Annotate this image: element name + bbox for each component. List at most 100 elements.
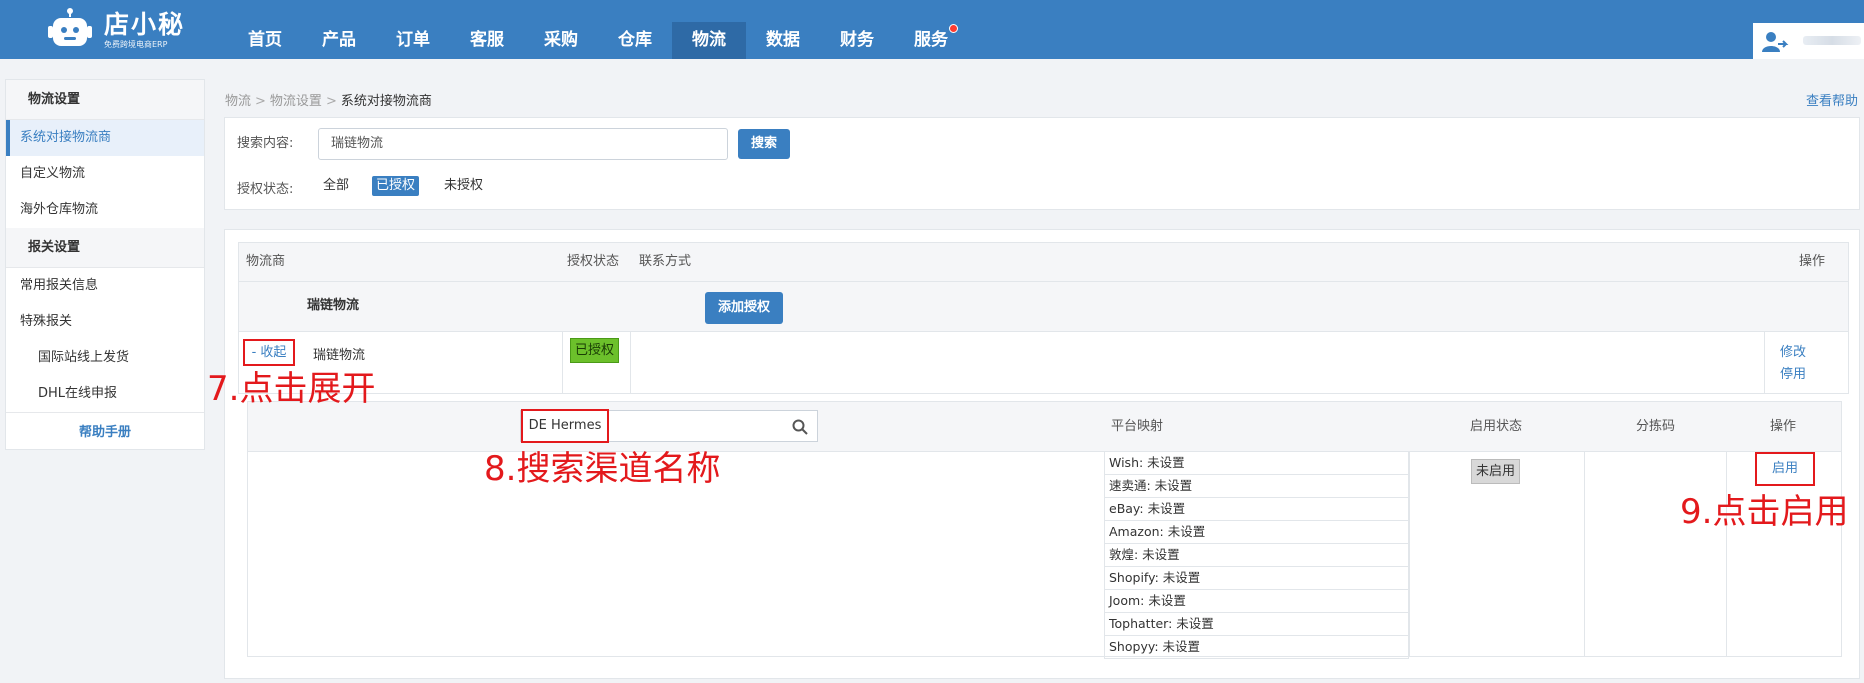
user-icon <box>1762 32 1789 52</box>
filter-unauthorized[interactable]: 未授权 <box>440 176 487 196</box>
breadcrumb-item[interactable]: 物流 <box>225 94 251 109</box>
nav-item[interactable]: 客服 <box>450 22 524 59</box>
list-item[interactable]: Shopyy: 未设置 <box>1104 636 1409 659</box>
divider <box>630 332 631 393</box>
collapse-toggle[interactable]: - 收起 <box>243 339 295 366</box>
robot-logo-icon <box>48 8 92 46</box>
view-help-link[interactable]: 查看帮助 <box>1806 90 1858 109</box>
breadcrumb: 物流 > 物流设置 > 系统对接物流商 <box>225 90 432 109</box>
channel-subtable: DE Hermes 平台映射 启用状态 分拣码 操作 Wish: 未设置 速卖通:… <box>247 401 1842 659</box>
breadcrumb-current: 系统对接物流商 <box>340 94 432 109</box>
sidebar-item[interactable]: 自定义物流 <box>6 156 204 192</box>
authorized-badge: 已授权 <box>570 338 619 363</box>
sidebar-item[interactable]: 常用报关信息 <box>6 268 204 304</box>
top-navbar: 店小秘 免费跨境电商ERP 首页 产品 订单 客服 采购 仓库 物流 数据 财务 服务 <box>0 0 1864 59</box>
nav-item-label: 数据 <box>766 30 800 50</box>
search-button[interactable]: 搜索 <box>738 129 790 159</box>
divider <box>1584 452 1585 656</box>
app-name: 店小秘 <box>104 9 186 39</box>
nav-item-label: 订单 <box>396 30 430 50</box>
add-authorization-button[interactable]: 添加授权 <box>705 292 783 324</box>
sidebar-group-title: 报关设置 <box>6 228 204 268</box>
nav-item[interactable]: 服务 <box>894 22 968 59</box>
divider <box>1409 452 1410 656</box>
nav-item-label: 产品 <box>322 30 356 50</box>
annotation-step9: 9.点击启用 <box>1680 492 1849 532</box>
user-menu[interactable] <box>1753 23 1864 59</box>
carrier-table-panel: 物流商 授权状态 联系方式 操作 瑞链物流 添加授权 - 收起 瑞链物流 已授权… <box>224 229 1860 679</box>
disable-link[interactable]: 停用 <box>1780 363 1806 382</box>
divider <box>1726 452 1727 656</box>
search-panel: 搜索内容: 瑞链物流 搜索 授权状态: 全部 已授权 未授权 <box>224 117 1860 210</box>
nav-item[interactable]: 财务 <box>820 22 894 59</box>
breadcrumb-separator: > <box>325 94 337 109</box>
filter-authorized[interactable]: 已授权 <box>372 176 420 196</box>
annotation-step8: 8.搜索渠道名称 <box>484 449 721 489</box>
col-sort-code: 分拣码 <box>1636 419 1676 434</box>
nav-item[interactable]: 订单 <box>376 22 450 59</box>
breadcrumb-separator: > <box>255 94 266 109</box>
col-enable-status: 启用状态 <box>1470 419 1523 434</box>
carrier-group-name: 瑞链物流 <box>307 298 360 313</box>
nav-item-label: 财务 <box>840 30 874 50</box>
search-label: 搜索内容: <box>237 136 294 151</box>
table-row: - 收起 瑞链物流 已授权 修改 停用 <box>238 331 1849 394</box>
col-auth-status: 授权状态 <box>567 254 620 269</box>
nav-item-label: 采购 <box>544 30 578 50</box>
sidebar-item[interactable]: 国际站线上发货 <box>6 340 204 376</box>
col-carrier: 物流商 <box>246 254 286 269</box>
sidebar: 物流设置 系统对接物流商 自定义物流 海外仓库物流 报关设置 常用报关信息 特殊报关 国际站线… <box>5 79 205 450</box>
disabled-status-badge: 未启用 <box>1471 459 1520 484</box>
auth-status-label: 授权状态: <box>237 182 294 197</box>
nav-item[interactable]: 物流 <box>672 22 746 59</box>
col-action: 操作 <box>1799 254 1826 269</box>
list-item[interactable]: Tophatter: 未设置 <box>1104 613 1409 636</box>
breadcrumb-item[interactable]: 物流设置 <box>270 94 322 109</box>
sidebar-group-title: 物流设置 <box>6 80 204 120</box>
username-redacted <box>1803 36 1861 45</box>
search-input[interactable]: 瑞链物流 <box>318 128 728 160</box>
sidebar-item[interactable]: 海外仓库物流 <box>6 192 204 228</box>
list-item[interactable]: 速卖通: 未设置 <box>1104 475 1409 498</box>
notification-dot <box>949 24 958 33</box>
sidebar-item[interactable]: 特殊报关 <box>6 304 204 340</box>
sidebar-item[interactable]: 系统对接物流商 <box>6 120 204 156</box>
edit-link[interactable]: 修改 <box>1780 341 1806 360</box>
list-item[interactable]: Shopify: 未设置 <box>1104 567 1409 590</box>
sidebar-item[interactable]: DHL在线申报 <box>6 376 204 412</box>
list-item[interactable]: eBay: 未设置 <box>1104 498 1409 521</box>
list-item[interactable]: 敦煌: 未设置 <box>1104 544 1409 567</box>
nav-item[interactable]: 采购 <box>524 22 598 59</box>
divider <box>562 332 563 393</box>
nav-item-label: 物流 <box>692 30 726 50</box>
col-platform-mapping: 平台映射 <box>1111 419 1164 434</box>
carrier-group-row: 瑞链物流 添加授权 <box>238 282 1849 332</box>
nav-item[interactable]: 数据 <box>746 22 820 59</box>
nav-item-label: 服务 <box>914 30 948 50</box>
help-manual-link[interactable]: 帮助手册 <box>6 412 204 452</box>
platform-mapping-list: Wish: 未设置 速卖通: 未设置 eBay: 未设置 Amazon: 未设置 敦煌:… <box>1104 452 1409 659</box>
nav-item[interactable]: 首页 <box>228 22 302 59</box>
channel-search-value: DE Hermes <box>521 409 609 443</box>
list-item[interactable]: Amazon: 未设置 <box>1104 521 1409 544</box>
col-channel-action: 操作 <box>1770 419 1797 434</box>
channel-subtable-header: DE Hermes 平台映射 启用状态 分拣码 操作 <box>248 402 1841 452</box>
nav-item[interactable]: 产品 <box>302 22 376 59</box>
nav-item-label: 首页 <box>248 30 282 50</box>
app-logo[interactable]: 店小秘 免费跨境电商ERP <box>46 6 185 54</box>
annotation-step7: 7.点击展开 <box>207 369 376 409</box>
channel-search-input[interactable]: DE Hermes <box>520 409 818 443</box>
list-item[interactable]: Wish: 未设置 <box>1104 452 1409 475</box>
search-icon[interactable] <box>792 419 808 435</box>
list-item[interactable]: Joom: 未设置 <box>1104 590 1409 613</box>
table-header: 物流商 授权状态 联系方式 操作 <box>238 242 1849 282</box>
app-subtitle: 免费跨境电商ERP <box>104 39 168 49</box>
enable-button[interactable]: 启用 <box>1755 452 1815 486</box>
main-nav: 首页 产品 订单 客服 采购 仓库 物流 数据 财务 服务 <box>228 22 968 59</box>
carrier-name: 瑞链物流 <box>313 348 366 363</box>
divider <box>1764 332 1765 393</box>
nav-item-label: 客服 <box>470 30 504 50</box>
nav-item[interactable]: 仓库 <box>598 22 672 59</box>
filter-all[interactable]: 全部 <box>319 176 353 196</box>
col-contact: 联系方式 <box>639 254 692 269</box>
